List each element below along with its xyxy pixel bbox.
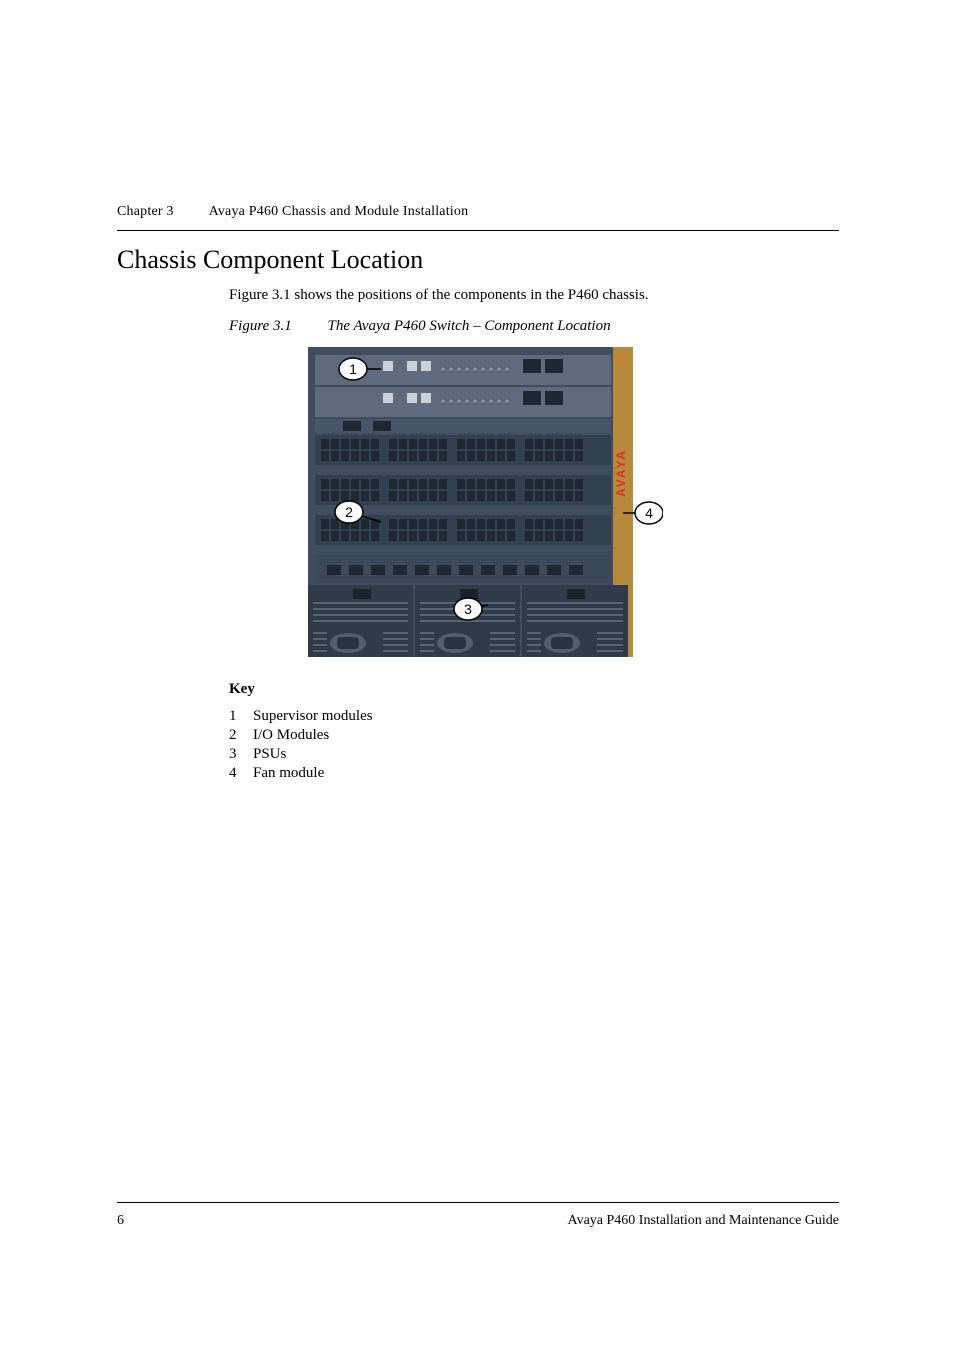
sup2-btn2 <box>407 393 417 403</box>
page-number: 6 <box>117 1213 124 1229</box>
figure-title: The Avaya P460 Switch – Component Locati… <box>328 318 611 334</box>
callout-2-text: 2 <box>345 504 353 520</box>
key-num: 4 <box>229 765 253 782</box>
key-list: 1 Supervisor modules 2 I/O Modules 3 PSU… <box>229 708 839 782</box>
psu-row <box>308 585 628 657</box>
figure-label: Figure 3.1 <box>229 318 292 334</box>
key-row: 1 Supervisor modules <box>229 708 839 725</box>
screw-top <box>620 354 626 360</box>
figure-container: AVAYA <box>117 347 839 657</box>
io-module-2 <box>315 475 611 505</box>
sup2-port2 <box>545 391 563 405</box>
sup2-btn1 <box>383 393 393 403</box>
callout-1-text: 1 <box>349 361 357 377</box>
sup2-leds <box>442 400 509 403</box>
callout-3-text: 3 <box>464 601 472 617</box>
section-title: Chassis Component Location <box>117 245 839 275</box>
chapter-label: Chapter 3 <box>117 204 174 219</box>
sup1-port1 <box>523 359 541 373</box>
sup1-leds <box>442 368 509 371</box>
key-label: Supervisor modules <box>253 708 373 725</box>
key-row: 3 PSUs <box>229 746 839 763</box>
page-header: Chapter 3 Avaya P460 Chassis and Module … <box>117 204 839 220</box>
sup1-btn2 <box>407 361 417 371</box>
brand-text: AVAYA <box>614 449 628 497</box>
key-label: Fan module <box>253 765 324 782</box>
key-label: I/O Modules <box>253 727 329 744</box>
header-divider <box>117 230 839 231</box>
key-label: PSUs <box>253 746 286 763</box>
io-module-1 <box>315 435 611 465</box>
sup1-btn3 <box>421 361 431 371</box>
key-num: 3 <box>229 746 253 763</box>
intro-text: Figure 3.1 shows the positions of the co… <box>229 287 839 304</box>
key-heading: Key <box>229 681 839 698</box>
key-num: 1 <box>229 708 253 725</box>
figure-caption: Figure 3.1 The Avaya P460 Switch – Compo… <box>229 318 839 335</box>
supervisor-slot-2 <box>315 387 611 417</box>
x2-port1 <box>343 421 361 431</box>
sup1-port2 <box>545 359 563 373</box>
sup1-btn1 <box>383 361 393 371</box>
x2-port2 <box>373 421 391 431</box>
chassis-diagram: AVAYA <box>293 347 663 657</box>
footer-divider <box>117 1202 839 1203</box>
sup2-btn3 <box>421 393 431 403</box>
chapter-title: Avaya P460 Chassis and Module Installati… <box>209 204 469 219</box>
key-row: 2 I/O Modules <box>229 727 839 744</box>
sup2-port1 <box>523 391 541 405</box>
callout-4-text: 4 <box>645 505 653 521</box>
page-footer: 6 Avaya P460 Installation and Maintenanc… <box>117 1202 839 1229</box>
key-num: 2 <box>229 727 253 744</box>
key-row: 4 Fan module <box>229 765 839 782</box>
doc-title: Avaya P460 Installation and Maintenance … <box>568 1213 840 1229</box>
